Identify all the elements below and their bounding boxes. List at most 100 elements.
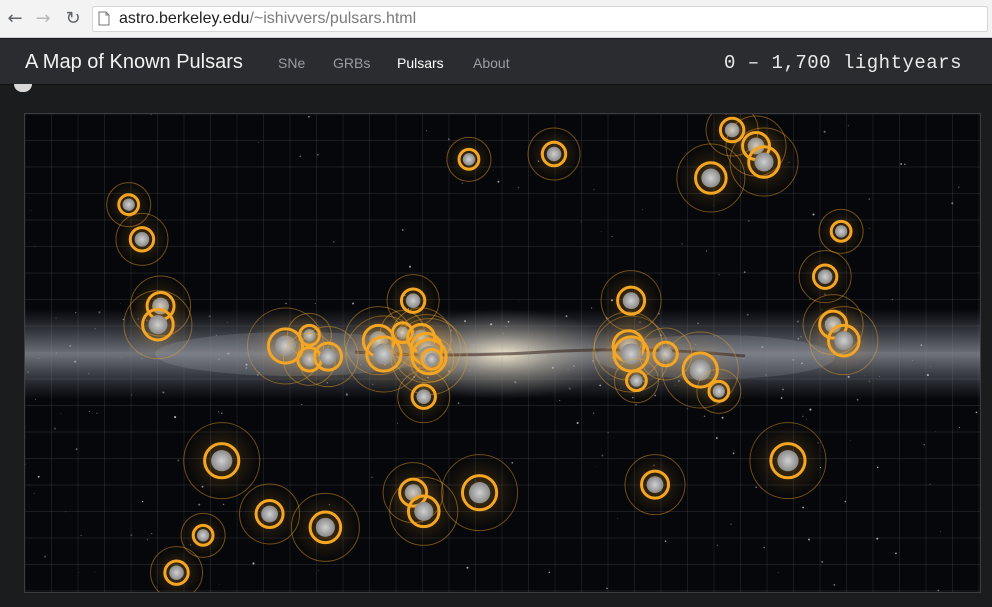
pulsar-marker[interactable] bbox=[729, 127, 799, 197]
star bbox=[868, 227, 870, 229]
site-navbar: A Map of Known Pulsars SNe GRBs Pulsars … bbox=[0, 39, 992, 85]
star bbox=[461, 182, 464, 184]
pulsar-core bbox=[425, 353, 438, 366]
pulsar-core bbox=[817, 269, 833, 284]
star bbox=[408, 265, 412, 268]
browser-toolbar: ← → ↻ astro.berkeley.edu/~ishivvers/puls… bbox=[0, 0, 992, 38]
star bbox=[80, 534, 82, 536]
pulsar-core bbox=[630, 374, 643, 387]
pulsar-core bbox=[169, 565, 184, 580]
star bbox=[600, 230, 602, 232]
back-arrow-icon[interactable]: ← bbox=[4, 8, 26, 30]
star bbox=[763, 546, 765, 549]
pulsar-marker[interactable] bbox=[183, 422, 261, 500]
pulsar-marker[interactable] bbox=[239, 483, 301, 545]
star bbox=[396, 422, 399, 424]
pulsar-marker[interactable] bbox=[818, 208, 864, 254]
nav-link-pulsars[interactable]: Pulsars bbox=[397, 55, 444, 71]
forward-arrow-icon[interactable]: → bbox=[32, 8, 54, 30]
star bbox=[939, 530, 941, 533]
star bbox=[518, 300, 520, 302]
star bbox=[715, 436, 718, 440]
pulsar-core bbox=[646, 476, 664, 494]
star bbox=[642, 209, 643, 211]
pulsar-marker[interactable] bbox=[441, 454, 519, 532]
star bbox=[809, 408, 812, 411]
pulsar-marker[interactable] bbox=[123, 290, 193, 360]
star bbox=[53, 427, 57, 430]
star bbox=[868, 198, 871, 200]
star bbox=[222, 503, 225, 506]
pulsar-marker[interactable] bbox=[446, 136, 492, 182]
star bbox=[517, 186, 520, 189]
site-title[interactable]: A Map of Known Pulsars bbox=[25, 51, 243, 74]
pulsar-marker[interactable] bbox=[115, 212, 169, 266]
star bbox=[606, 587, 608, 590]
star bbox=[258, 141, 259, 143]
star bbox=[923, 444, 925, 446]
star bbox=[220, 412, 223, 415]
star bbox=[120, 303, 121, 305]
star bbox=[593, 188, 595, 191]
star bbox=[812, 213, 815, 216]
star bbox=[833, 584, 836, 586]
star bbox=[314, 302, 316, 305]
star bbox=[301, 404, 303, 405]
pulsar-core bbox=[462, 153, 476, 166]
star bbox=[307, 115, 310, 118]
reload-icon[interactable]: ↻ bbox=[62, 8, 84, 30]
pulsar-core bbox=[777, 450, 799, 472]
star bbox=[823, 130, 826, 133]
star bbox=[218, 584, 220, 586]
star bbox=[721, 416, 724, 419]
star bbox=[146, 539, 148, 541]
pulsar-marker[interactable] bbox=[798, 250, 852, 304]
pulsar-marker[interactable] bbox=[624, 454, 686, 516]
url-text[interactable]: astro.berkeley.edu/~ishivvers/pulsars.ht… bbox=[119, 10, 416, 28]
star bbox=[333, 241, 335, 243]
star bbox=[663, 517, 665, 518]
star bbox=[755, 486, 757, 488]
pulsar-marker[interactable] bbox=[809, 306, 879, 376]
star bbox=[718, 274, 720, 276]
star bbox=[299, 155, 301, 157]
address-bar[interactable]: astro.berkeley.edu/~ishivvers/pulsars.ht… bbox=[92, 6, 988, 32]
pulsar-marker[interactable] bbox=[397, 370, 451, 424]
toggle-handle[interactable] bbox=[14, 84, 32, 92]
star bbox=[617, 518, 618, 519]
pulsar-marker[interactable] bbox=[527, 127, 581, 181]
pulsar-marker[interactable] bbox=[696, 368, 742, 414]
pulsar-marker[interactable] bbox=[150, 546, 204, 593]
star bbox=[174, 416, 177, 419]
pulsar-marker[interactable] bbox=[290, 492, 360, 562]
pulsar-core bbox=[834, 331, 854, 351]
nav-link-sne[interactable]: SNe bbox=[278, 55, 305, 71]
nav-link-grbs[interactable]: GRBs bbox=[333, 55, 370, 71]
distance-range-label: 0 – 1,700 lightyears bbox=[723, 52, 962, 74]
star bbox=[466, 566, 469, 569]
star bbox=[141, 500, 144, 503]
star bbox=[730, 523, 732, 525]
star bbox=[88, 410, 90, 413]
star bbox=[548, 571, 551, 574]
star bbox=[351, 302, 355, 305]
star bbox=[590, 307, 593, 309]
star bbox=[492, 170, 494, 172]
star bbox=[958, 186, 960, 188]
star bbox=[681, 243, 683, 245]
star bbox=[497, 180, 500, 183]
pulsar-core bbox=[122, 198, 135, 211]
pulsar-core bbox=[211, 450, 233, 472]
star bbox=[596, 465, 598, 467]
nav-link-about[interactable]: About bbox=[473, 55, 510, 71]
pulsar-marker[interactable] bbox=[749, 422, 827, 500]
star bbox=[402, 229, 404, 231]
star bbox=[285, 302, 287, 305]
star bbox=[559, 399, 561, 401]
star bbox=[37, 475, 40, 478]
sky-map[interactable] bbox=[24, 113, 981, 593]
sky-map-canvas[interactable] bbox=[25, 114, 981, 593]
star bbox=[94, 571, 95, 573]
pulsar-core bbox=[196, 529, 210, 542]
url-host: astro.berkeley.edu bbox=[119, 10, 250, 27]
